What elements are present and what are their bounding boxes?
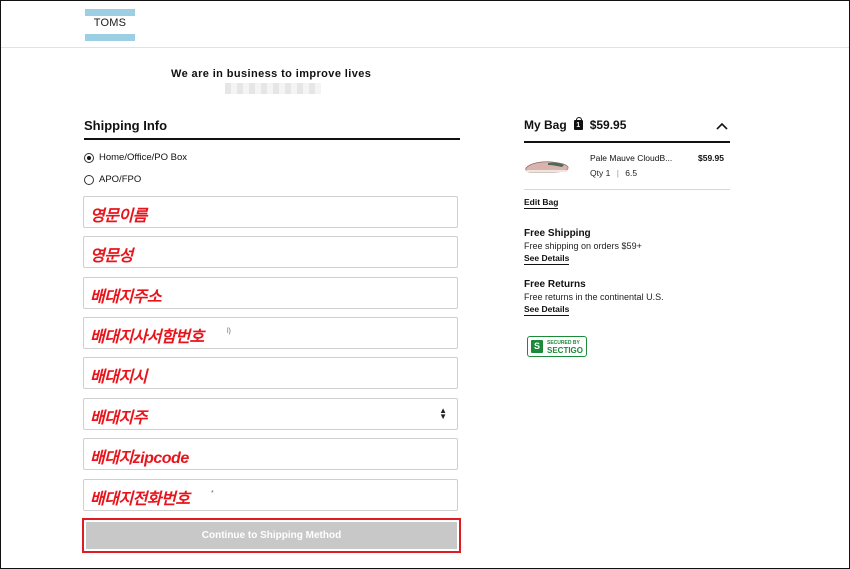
- bag-total: $59.95: [589, 118, 627, 132]
- badge-text: SECURED BY SECTIGO: [547, 340, 584, 355]
- site-header: TOMS: [1, 1, 849, 48]
- select-arrows-icon: ▲ ▼: [439, 406, 447, 421]
- sectigo-logo-icon: S: [531, 340, 543, 353]
- free-shipping-details-link[interactable]: See Details: [524, 253, 570, 265]
- free-shipping-title: Free Shipping: [524, 228, 591, 239]
- blurred-text: [225, 83, 321, 94]
- annotation-text: 영문이름: [90, 208, 147, 225]
- city-field[interactable]: 배대지시: [83, 357, 458, 389]
- radio-home-office[interactable]: Home/Office/PO Box: [84, 152, 187, 163]
- free-shipping-text: Free shipping on orders $59+: [524, 241, 642, 251]
- shopping-bag-icon: 1: [573, 117, 583, 130]
- annotation-text: 배대지주: [90, 410, 147, 427]
- radio-unselected-icon: [84, 174, 94, 185]
- annotation-text: 영문성: [90, 248, 133, 265]
- toms-logo[interactable]: TOMS: [85, 9, 135, 41]
- bag-title: My Bag: [524, 118, 567, 132]
- bag-header[interactable]: My Bag 1 $59.95: [524, 117, 627, 132]
- chevron-up-icon[interactable]: [716, 121, 728, 131]
- product-size: 6.5: [625, 168, 638, 178]
- state-select[interactable]: 배대지주 ▲ ▼: [83, 398, 458, 430]
- annotation-text: 배대지사서함번호: [90, 329, 204, 346]
- logo-text: TOMS: [93, 17, 127, 29]
- product-thumbnail[interactable]: [524, 155, 570, 175]
- radio-apo-fpo-label: APO/FPO: [99, 174, 142, 185]
- section-divider: [84, 138, 460, 140]
- radio-home-office-label: Home/Office/PO Box: [99, 152, 187, 163]
- bag-divider: [524, 141, 730, 143]
- tagline: We are in business to improve lives: [171, 68, 372, 80]
- free-returns-details-link[interactable]: See Details: [524, 304, 570, 316]
- continue-to-shipping-method-button[interactable]: Continue to Shipping Method: [86, 522, 457, 549]
- phone-field[interactable]: 배대지전화번호 *: [83, 479, 458, 511]
- logo-stripe-bottom: [85, 34, 135, 41]
- last-name-field[interactable]: 영문성: [83, 236, 458, 268]
- product-price: $59.95: [698, 153, 724, 163]
- product-name: Pale Mauve CloudB...: [590, 153, 673, 163]
- free-returns-title: Free Returns: [524, 279, 586, 290]
- meta-separator: |: [616, 168, 619, 178]
- shipping-info-title: Shipping Info: [84, 118, 168, 133]
- address-line2-field[interactable]: 배대지사서함번호 l): [83, 317, 458, 349]
- sectigo-badge[interactable]: S SECURED BY SECTIGO: [527, 336, 587, 357]
- product-qty: Qty 1: [590, 168, 611, 178]
- annotation-text: 배대지주소: [90, 289, 162, 306]
- radio-apo-fpo[interactable]: APO/FPO: [84, 174, 141, 185]
- first-name-field[interactable]: 영문이름: [83, 196, 458, 228]
- required-asterisk: *: [211, 490, 214, 497]
- highlight-box: Continue to Shipping Method: [82, 518, 461, 553]
- radio-selected-icon: [84, 152, 94, 163]
- product-meta: Qty 1 | 6.5: [590, 168, 637, 178]
- address-field[interactable]: 배대지주소: [83, 277, 458, 309]
- free-returns-text: Free returns in the continental U.S.: [524, 292, 664, 302]
- placeholder-fragment: l): [227, 328, 231, 335]
- edit-bag-link[interactable]: Edit Bag: [524, 197, 559, 209]
- logo-stripe-top: [85, 9, 135, 16]
- annotation-text: 배대지시: [90, 369, 147, 386]
- annotation-text: 배대지zipcode: [90, 450, 189, 467]
- badge-line2: SECTIGO: [547, 345, 584, 355]
- item-divider: [524, 189, 730, 190]
- annotation-text: 배대지전화번호: [90, 491, 190, 508]
- bag-count: 1: [576, 122, 581, 129]
- zipcode-field[interactable]: 배대지zipcode: [83, 438, 458, 470]
